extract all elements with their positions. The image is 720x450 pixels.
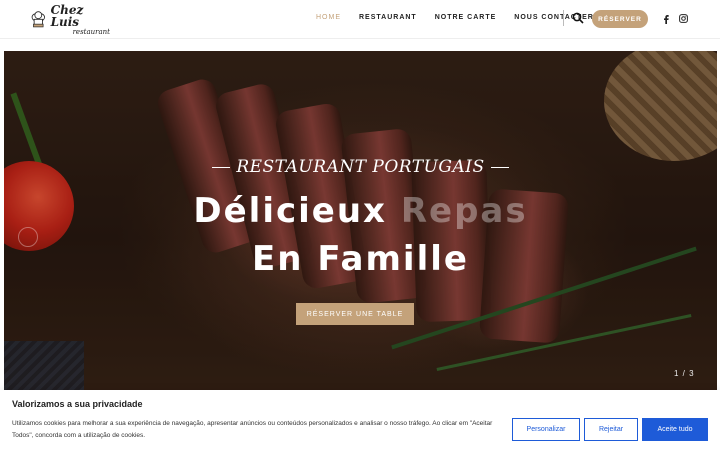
reject-button[interactable]: Rejeitar — [584, 418, 638, 441]
hero-title-part1: Délicieux — [193, 191, 401, 231]
nav-notre-carte[interactable]: NOTRE CARTE — [435, 14, 497, 21]
hero-title-part2: Repas — [400, 191, 528, 231]
hero-slider: RESTAURANT PORTUGAIS Délicieux Repas En … — [4, 51, 717, 390]
cookie-text: Utilizamos cookies para melhorar a sua e… — [12, 420, 493, 439]
cookie-banner: Valorizamos a sua privacidade Utilizamos… — [0, 390, 720, 450]
instagram-icon[interactable] — [678, 13, 688, 24]
hero-title-line2: En Famille — [252, 239, 469, 279]
facebook-icon[interactable] — [661, 13, 671, 24]
nav-home[interactable]: HOME — [316, 14, 341, 21]
logo[interactable]: Chez Luis restaurant — [30, 3, 110, 36]
nav-divider — [563, 10, 564, 26]
main-nav: HOME RESTAURANT NOTRE CARTE NOUS CONTACT… — [316, 14, 612, 21]
nav-restaurant[interactable]: RESTAURANT — [359, 14, 417, 21]
subtitle-line-right — [490, 167, 509, 168]
cookie-title: Valorizamos a sua privacidade — [12, 399, 143, 409]
chef-hat-icon — [31, 11, 45, 28]
reserve-table-button[interactable]: RÉSERVER UNE TABLE — [296, 303, 414, 325]
search-icon[interactable] — [572, 12, 584, 24]
hero-subtitle: RESTAURANT PORTUGAIS — [4, 157, 717, 177]
accept-all-button[interactable]: Aceite tudo — [642, 418, 708, 441]
reserve-button[interactable]: RÉSERVER — [592, 10, 648, 28]
logo-name: Chez Luis — [50, 3, 84, 29]
subtitle-line-left — [212, 167, 231, 168]
customize-button[interactable]: Personalizar — [512, 418, 580, 441]
logo-sub: restaurant — [72, 28, 110, 36]
hero-title-line1: Délicieux Repas — [4, 191, 717, 231]
hero-subtitle-text: RESTAURANT PORTUGAIS — [236, 157, 485, 177]
slide-counter: 1 / 3 — [674, 369, 695, 378]
site-header: Chez Luis restaurant HOME RESTAURANT NOT… — [0, 0, 720, 39]
